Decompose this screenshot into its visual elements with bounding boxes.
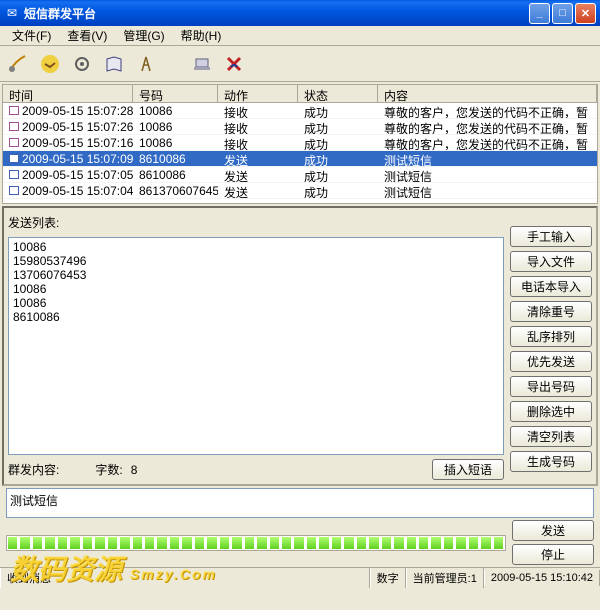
send-list-box[interactable]: 1008615980537496137060764531008610086861… [8, 237, 504, 455]
col-status[interactable]: 状态 [298, 85, 378, 102]
mid-panel: 发送列表: 1008615980537496137060764531008610… [2, 206, 598, 486]
close-button[interactable]: ✕ [575, 3, 596, 24]
table-row[interactable]: 2009-05-15 15:07:058610086发送成功测试短信 [3, 167, 597, 183]
col-content[interactable]: 内容 [378, 85, 597, 102]
list-item[interactable]: 8610086 [13, 310, 499, 324]
clear-list-button[interactable]: 清空列表 [510, 426, 592, 447]
insert-phrase-button[interactable]: 插入短语 [432, 459, 504, 480]
table-row[interactable]: 2009-05-15 15:07:098610086发送成功测试短信 [3, 151, 597, 167]
toolbar [0, 46, 600, 82]
menu-manage[interactable]: 管理(G) [115, 25, 172, 46]
status-datetime: 2009-05-15 15:10:42 [484, 570, 600, 586]
message-grid[interactable]: 时间 号码 动作 状态 内容 2009-05-15 15:07:2810086接… [2, 84, 598, 204]
grid-body[interactable]: 2009-05-15 15:07:2810086接收成功尊敬的客户，您发送的代码… [3, 103, 597, 203]
list-item[interactable]: 10086 [13, 282, 499, 296]
statusbar: 收到消息 数字 当前管理员:1 2009-05-15 15:10:42 [0, 567, 600, 587]
handshake-icon[interactable] [36, 50, 64, 78]
status-message: 收到消息 [0, 568, 370, 588]
export-numbers-button[interactable]: 导出号码 [510, 376, 592, 397]
chars-label: 字数: [95, 461, 122, 478]
titlebar[interactable]: ✉ 短信群发平台 _ □ ✕ [0, 0, 600, 26]
button-column: 手工输入 导入文件 电话本导入 清除重号 乱序排列 优先发送 导出号码 删除选中… [510, 212, 592, 480]
dedupe-button[interactable]: 清除重号 [510, 301, 592, 322]
maximize-button[interactable]: □ [552, 3, 573, 24]
table-row[interactable]: 2009-05-15 15:07:2610086接收成功尊敬的客户，您发送的代码… [3, 119, 597, 135]
content-label: 群发内容: [8, 461, 59, 478]
table-row[interactable]: 2009-05-15 15:07:2810086接收成功尊敬的客户，您发送的代码… [3, 103, 597, 119]
table-row[interactable]: 2009-05-15 15:07:1610086接收成功尊敬的客户，您发送的代码… [3, 135, 597, 151]
menu-file[interactable]: 文件(F) [4, 25, 59, 46]
gear-icon[interactable] [68, 50, 96, 78]
menubar: 文件(F) 查看(V) 管理(G) 帮助(H) [0, 26, 600, 46]
book-icon[interactable] [100, 50, 128, 78]
minimize-button[interactable]: _ [529, 3, 550, 24]
shuffle-button[interactable]: 乱序排列 [510, 326, 592, 347]
app-icon: ✉ [4, 5, 20, 21]
progress-bar [6, 535, 506, 551]
col-action[interactable]: 动作 [218, 85, 298, 102]
content-textarea[interactable]: 测试短信 [6, 488, 594, 518]
grid-header: 时间 号码 动作 状态 内容 [3, 85, 597, 103]
cancel-icon[interactable] [220, 50, 248, 78]
chars-value: 8 [131, 463, 138, 477]
phonebook-import-button[interactable]: 电话本导入 [510, 276, 592, 297]
import-file-button[interactable]: 导入文件 [510, 251, 592, 272]
col-time[interactable]: 时间 [3, 85, 133, 102]
generate-numbers-button[interactable]: 生成号码 [510, 451, 592, 472]
list-item[interactable]: 10086 [13, 296, 499, 310]
list-item[interactable]: 10086 [13, 240, 499, 254]
menu-help[interactable]: 帮助(H) [173, 25, 230, 46]
col-number[interactable]: 号码 [133, 85, 218, 102]
satellite-icon[interactable] [4, 50, 32, 78]
list-item[interactable]: 13706076453 [13, 268, 499, 282]
list-item[interactable]: 15980537496 [13, 254, 499, 268]
status-admin: 当前管理员:1 [406, 568, 484, 588]
send-list-label: 发送列表: [8, 212, 504, 233]
manual-input-button[interactable]: 手工输入 [510, 226, 592, 247]
status-mode: 数字 [370, 568, 406, 588]
laptop-icon[interactable] [188, 50, 216, 78]
table-row[interactable]: 2009-05-15 15:07:048613706076453发送成功测试短信 [3, 183, 597, 199]
tower-icon[interactable] [132, 50, 160, 78]
menu-view[interactable]: 查看(V) [59, 25, 115, 46]
stop-button[interactable]: 停止 [512, 544, 594, 565]
window-title: 短信群发平台 [24, 5, 529, 22]
send-button[interactable]: 发送 [512, 520, 594, 541]
delete-selected-button[interactable]: 删除选中 [510, 401, 592, 422]
priority-send-button[interactable]: 优先发送 [510, 351, 592, 372]
